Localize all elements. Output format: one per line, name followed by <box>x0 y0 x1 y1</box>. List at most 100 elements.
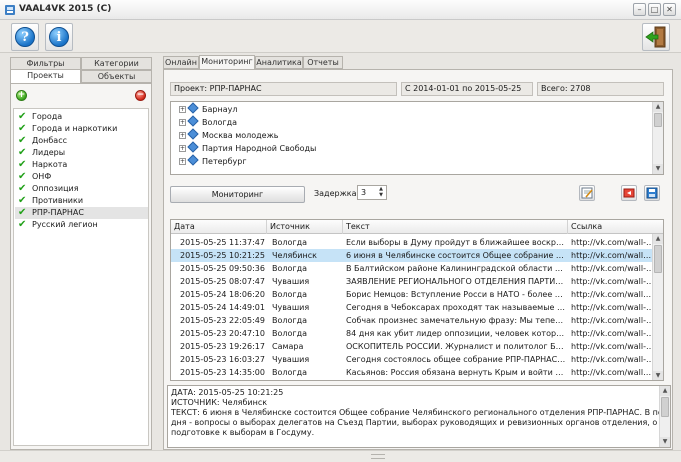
expand-icon[interactable]: + <box>179 132 186 139</box>
add-project-button[interactable]: + <box>16 90 27 101</box>
scroll-thumb[interactable] <box>661 397 669 417</box>
delete-project-button[interactable]: − <box>135 90 146 101</box>
cell-source: Вологда <box>272 238 308 247</box>
column-source[interactable]: Источник <box>267 220 343 234</box>
tab-categories[interactable]: Категории <box>81 57 152 70</box>
export-icon <box>623 188 635 198</box>
expand-icon[interactable]: + <box>179 158 186 165</box>
cell-date: 2015-05-24 18:06:20 <box>180 290 265 299</box>
column-link[interactable]: Ссылка <box>568 220 663 234</box>
resize-grip-icon[interactable] <box>371 454 385 459</box>
save-icon <box>646 187 658 199</box>
tree-item[interactable]: + Барнаул <box>179 102 237 116</box>
edit-icon <box>581 187 593 199</box>
table-row[interactable]: 2015-05-24 14:49:01 Чувашия Сегодня в Чебо… <box>171 301 654 314</box>
tree-item[interactable]: + Петербург <box>179 154 247 168</box>
tab-objects[interactable]: Объекты <box>81 70 152 83</box>
column-text[interactable]: Текст <box>343 220 568 234</box>
main-tabs: Онлайн Мониторинг Аналитика Отчеты <box>163 55 673 70</box>
table-row[interactable]: 2015-05-23 19:26:17 Самара ОСКОПИТЕЛЬ РОСС… <box>171 340 654 353</box>
project-item[interactable]: ✔ Лидеры <box>15 147 148 159</box>
help-button[interactable]: ? <box>11 23 39 51</box>
scroll-down-icon[interactable]: ▼ <box>660 437 670 447</box>
cell-source: Вологда <box>272 290 308 299</box>
table-row[interactable]: 2015-05-23 22:05:49 Вологда Собчак произн… <box>171 314 654 327</box>
project-item[interactable]: ✔ Оппозиция <box>15 183 148 195</box>
column-date[interactable]: Дата <box>171 220 267 234</box>
expand-icon[interactable]: + <box>179 106 186 113</box>
check-icon: ✔ <box>18 123 27 134</box>
table-row[interactable]: 2015-05-25 10:21:25 Челябинск 6 июня в Чел… <box>171 249 654 262</box>
project-item[interactable]: ✔ Противники <box>15 195 148 207</box>
info-button[interactable]: i <box>45 23 73 51</box>
save-button[interactable] <box>644 185 660 201</box>
table-row[interactable]: 2015-05-23 14:35:00 Вологда Касьянов: Росс… <box>171 366 654 379</box>
delay-spinner[interactable]: 3 ▲ ▼ <box>357 185 387 200</box>
detail-scrollbar[interactable]: ▲ ▼ <box>659 386 670 447</box>
group-icon <box>187 128 199 140</box>
project-item[interactable]: ✔ Русский легион <box>15 219 148 231</box>
exit-button[interactable] <box>642 23 670 51</box>
expand-icon[interactable]: + <box>179 119 186 126</box>
scroll-down-icon[interactable]: ▼ <box>653 164 663 174</box>
scroll-down-icon[interactable]: ▼ <box>653 371 663 380</box>
project-item[interactable]: ✔ ОНФ <box>15 171 148 183</box>
table-row[interactable]: 2015-05-24 18:06:20 Вологда Борис Немцов: … <box>171 288 654 301</box>
close-button[interactable]: ✕ <box>663 3 676 16</box>
tab-projects[interactable]: Проекты <box>10 69 81 83</box>
cell-date: 2015-05-23 22:05:49 <box>180 316 265 325</box>
tab-monitoring[interactable]: Мониторинг <box>199 55 255 70</box>
status-bar <box>0 450 681 462</box>
monitoring-button[interactable]: Мониторинг <box>170 186 305 203</box>
check-icon: ✔ <box>18 219 27 230</box>
minimize-button[interactable]: – <box>633 3 646 16</box>
scroll-up-icon[interactable]: ▲ <box>653 102 663 112</box>
region-tree[interactable]: + Барнаул + Вологда + Москва молодежь + Парт… <box>170 101 664 175</box>
scroll-thumb[interactable] <box>654 245 662 273</box>
spinner-arrows-icon[interactable]: ▲ ▼ <box>376 186 386 199</box>
projects-panel: + − ✔ Города ✔ Города и наркотики ✔ Донбасс… <box>10 83 152 450</box>
tree-scrollbar[interactable]: ▲ ▼ <box>652 102 663 174</box>
table-row[interactable]: 2015-05-25 09:50:36 Вологда В Балтийском р… <box>171 262 654 275</box>
tree-item[interactable]: + Москва молодежь <box>179 128 279 142</box>
tab-online[interactable]: Онлайн <box>163 56 199 69</box>
check-icon: ✔ <box>18 111 27 122</box>
check-icon: ✔ <box>18 207 27 218</box>
table-row[interactable]: 2015-05-25 11:37:47 Вологда Если выборы в … <box>171 236 654 249</box>
scroll-up-icon[interactable]: ▲ <box>660 386 670 396</box>
scroll-up-icon[interactable]: ▲ <box>653 234 663 244</box>
project-item[interactable]: ✔ Города <box>15 111 148 123</box>
cell-link: http://vk.com/wall-70... <box>571 316 654 325</box>
project-label: РПР-ПАРНАС <box>32 208 84 217</box>
cell-link: http://vk.com/wall-70... <box>571 264 654 273</box>
export-button[interactable] <box>621 185 637 201</box>
group-icon <box>187 154 199 166</box>
detail-date: ДАТА: 2015-05-25 10:21:25 <box>171 388 284 397</box>
app-icon <box>5 5 15 15</box>
expand-icon[interactable]: + <box>179 145 186 152</box>
project-label: Русский легион <box>32 220 98 229</box>
project-item-selected[interactable]: ✔ РПР-ПАРНАС <box>15 207 148 219</box>
table-row[interactable]: 2015-05-23 20:47:10 Вологда 84 дня как уби… <box>171 327 654 340</box>
cell-date: 2015-05-25 08:07:47 <box>180 277 265 286</box>
group-icon <box>187 115 199 127</box>
tree-item[interactable]: + Партия Народной Свободы <box>179 141 316 155</box>
project-item[interactable]: ✔ Донбасс <box>15 135 148 147</box>
tab-reports[interactable]: Отчеты <box>303 56 343 69</box>
cell-text: Борис Немцов: Вступление Росси в НАТО - … <box>346 290 566 299</box>
cell-text: Касьянов: Россия обязана вернуть Крым и … <box>346 368 566 377</box>
scroll-thumb[interactable] <box>654 113 662 127</box>
tab-analytics[interactable]: Аналитика <box>255 56 303 69</box>
project-item[interactable]: ✔ Города и наркотики <box>15 123 148 135</box>
project-item[interactable]: ✔ Наркота <box>15 159 148 171</box>
edit-button[interactable] <box>579 185 595 201</box>
table-scrollbar[interactable]: ▲ ▼ <box>652 234 663 380</box>
table-row[interactable]: 2015-05-23 16:03:27 Чувашия Сегодня состоя… <box>171 353 654 366</box>
detail-text: подготовке к выборам в Госдуму. <box>171 428 315 437</box>
post-detail[interactable]: ДАТА: 2015-05-25 10:21:25 ИСТОЧНИК: Челя… <box>167 385 671 448</box>
cell-date: 2015-05-23 14:35:00 <box>180 368 265 377</box>
project-label: Города и наркотики <box>32 124 118 133</box>
table-row[interactable]: 2015-05-25 08:07:47 Чувашия ЗАЯВЛЕНИЕ РЕГИ… <box>171 275 654 288</box>
maximize-button[interactable]: □ <box>648 3 661 16</box>
tree-item[interactable]: + Вологда <box>179 115 237 129</box>
